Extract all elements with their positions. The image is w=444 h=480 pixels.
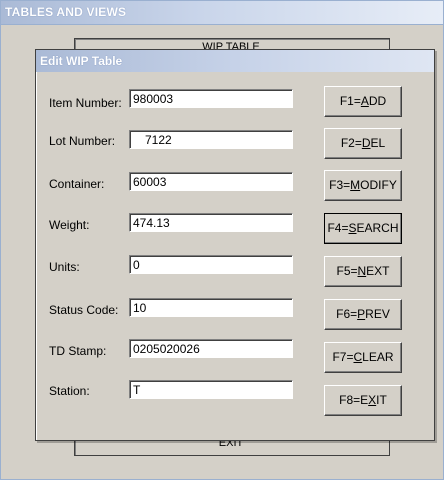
container-label: Container: xyxy=(49,177,105,191)
dialog-titlebar[interactable]: Edit WIP Table xyxy=(36,50,434,72)
item-number-label: Item Number: xyxy=(49,96,122,110)
dialog-title: Edit WIP Table xyxy=(40,54,123,68)
search-button-prefix: F4= xyxy=(327,221,349,235)
exit-button[interactable]: F8=EXIT xyxy=(324,385,402,416)
modify-button-accel: M xyxy=(350,178,361,192)
clear-button-accel: C xyxy=(353,350,363,364)
clear-button[interactable]: F7=CLEAR xyxy=(324,342,402,373)
prev-button[interactable]: F6=PREV xyxy=(324,299,402,330)
modify-button-rest: ODIFY xyxy=(360,178,397,192)
status-code-field[interactable] xyxy=(129,298,293,317)
add-button-rest: DD xyxy=(368,94,387,108)
exit-button-accel: X xyxy=(368,393,377,407)
add-button-prefix: F1= xyxy=(339,94,361,108)
outer-window-title: TABLES AND VIEWS xyxy=(5,5,127,19)
units-label: Units: xyxy=(49,260,80,274)
search-button-rest: EARCH xyxy=(356,221,399,235)
add-button[interactable]: F1=ADD xyxy=(324,86,402,117)
units-field[interactable] xyxy=(129,255,293,274)
modify-button-prefix: F3= xyxy=(329,178,351,192)
delete-button[interactable]: F2=DEL xyxy=(324,128,402,159)
exit-button-rest: IT xyxy=(376,393,387,407)
tables-and-views-window: TABLES AND VIEWS WIP TABLE EXIT Edit WIP… xyxy=(0,0,444,480)
search-button[interactable]: F4=SEARCH xyxy=(324,213,402,244)
td-stamp-label: TD Stamp: xyxy=(49,344,107,358)
container-field[interactable] xyxy=(129,172,293,191)
station-field[interactable] xyxy=(129,380,293,399)
exit-button-prefix: F8=E xyxy=(339,393,369,407)
prev-button-prefix: F6= xyxy=(336,307,358,321)
weight-field[interactable] xyxy=(129,213,293,232)
item-number-field[interactable] xyxy=(129,89,293,108)
clear-button-rest: LEAR xyxy=(362,350,394,364)
delete-button-rest: EL xyxy=(370,136,386,150)
modify-button[interactable]: F3=MODIFY xyxy=(324,170,402,201)
prev-button-rest: REV xyxy=(365,307,390,321)
edit-wip-table-dialog: Edit WIP Table Item Number: Lot Number: … xyxy=(35,49,435,441)
next-button-rest: EXT xyxy=(366,264,390,278)
add-button-accel: A xyxy=(360,94,369,108)
lot-number-label: Lot Number: xyxy=(49,134,116,148)
next-button[interactable]: F5=NEXT xyxy=(324,256,402,287)
delete-button-prefix: F2= xyxy=(340,136,362,150)
status-code-label: Status Code: xyxy=(49,303,119,317)
td-stamp-field[interactable] xyxy=(129,339,293,358)
prev-button-accel: P xyxy=(357,307,366,321)
lot-number-field[interactable] xyxy=(129,130,293,149)
outer-titlebar[interactable]: TABLES AND VIEWS xyxy=(1,1,443,25)
search-button-accel: S xyxy=(348,221,357,235)
next-button-accel: N xyxy=(357,264,367,278)
weight-label: Weight: xyxy=(49,218,90,232)
delete-button-accel: D xyxy=(361,136,371,150)
next-button-prefix: F5= xyxy=(336,264,358,278)
clear-button-prefix: F7= xyxy=(332,350,354,364)
station-label: Station: xyxy=(49,384,90,398)
